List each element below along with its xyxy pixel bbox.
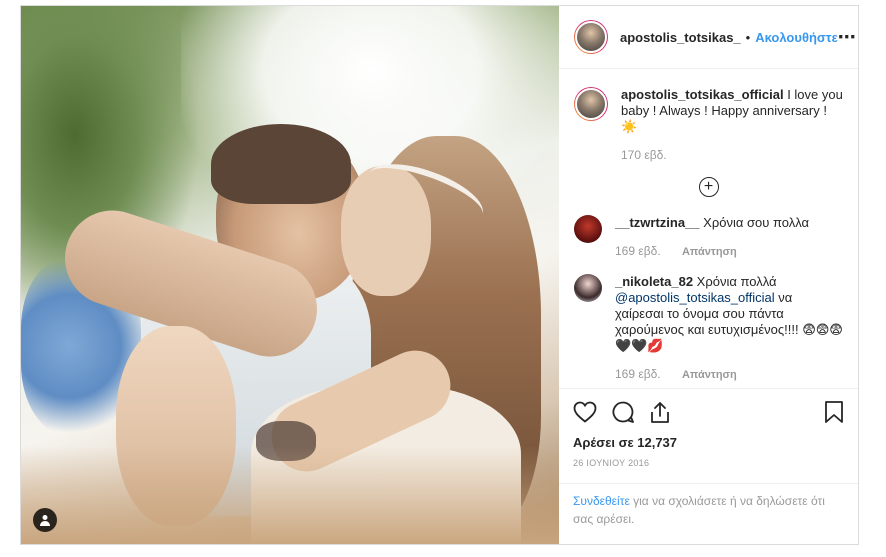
post-date[interactable]: 26 ΙΟΥΝΙΟΥ 2016 [573,458,844,468]
comment-text: Χρόνια σου πολλα [703,215,810,230]
caption-meta: 170 εβδ. [621,147,843,163]
caption-body: apostolis_totsikas_official I love you b… [621,87,843,163]
list-item: _nikoleta_82 Χρόνια πολλά @apostolis_tot… [574,274,843,383]
comment-icon [612,401,634,423]
post-sidebar: apostolis_totsikas_ • Ακολουθήστε ⋯ apos… [559,6,858,544]
comment-time[interactable]: 169 εβδ. [615,367,661,381]
comment-avatar[interactable] [574,274,602,302]
post-header: apostolis_totsikas_ • Ακολουθήστε ⋯ [559,6,858,69]
caption-author[interactable]: apostolis_totsikas_official [621,87,784,102]
comment-avatar[interactable] [574,215,602,243]
post-photo[interactable] [21,6,559,544]
likes-count[interactable]: Αρέσει σε 12,737 [573,435,844,450]
separator-dot: • [745,29,751,45]
action-icons [573,397,844,427]
bookmark-icon [825,401,843,423]
comment-body: _nikoleta_82 Χρόνια πολλά @apostolis_tot… [615,274,843,383]
like-button[interactable] [573,401,597,423]
reply-button[interactable]: Απάντηση [682,246,737,258]
login-prompt: Συνδεθείτε για να σχολιάσετε ή να δηλώσε… [559,483,858,544]
comment-text-prefix: Χρόνια πολλά [696,274,777,289]
plus-circle-icon: + [698,177,719,197]
comment-author[interactable]: __tzwrtzina__ [615,215,700,230]
load-more-comments[interactable]: + [574,177,843,197]
post-actions: Αρέσει σε 12,737 26 ΙΟΥΝΙΟΥ 2016 [559,388,858,483]
instagram-post: apostolis_totsikas_ • Ακολουθήστε ⋯ apos… [20,5,859,545]
photo-ground [21,446,559,544]
author-username[interactable]: apostolis_totsikas_ [620,30,741,45]
comment-author[interactable]: _nikoleta_82 [615,274,693,289]
avatar-image [575,21,607,53]
save-button[interactable] [824,400,844,424]
caption-time[interactable]: 170 εβδ. [621,148,667,162]
list-item: __tzwrtzina__ Χρόνια σου πολλα 169 εβδ. … [574,215,843,260]
comment-body: __tzwrtzina__ Χρόνια σου πολλα 169 εβδ. … [615,215,809,260]
heart-icon [573,401,597,423]
share-icon [651,402,669,423]
user-tag-button[interactable] [33,508,57,532]
login-link[interactable]: Συνδεθείτε [573,494,630,508]
follow-button[interactable]: Ακολουθήστε [755,30,838,45]
comments-list: apostolis_totsikas_official I love you b… [559,69,858,388]
photo-man-hair [211,124,351,204]
comment-time[interactable]: 169 εβδ. [615,244,661,258]
reply-button[interactable]: Απάντηση [682,369,737,381]
person-icon [40,515,50,526]
caption-avatar[interactable] [574,87,608,121]
comment-meta: 169 εβδ. Απάντηση [615,243,809,260]
comment-button[interactable] [611,400,635,424]
comment-meta: 169 εβδ. Απάντηση [615,366,843,383]
avatar-image [575,88,607,120]
share-button[interactable] [649,400,671,424]
author-avatar[interactable] [574,20,608,54]
more-icon[interactable]: ⋯ [838,27,857,48]
comment-mention[interactable]: @apostolis_totsikas_official [615,290,775,305]
caption: apostolis_totsikas_official I love you b… [574,87,843,163]
